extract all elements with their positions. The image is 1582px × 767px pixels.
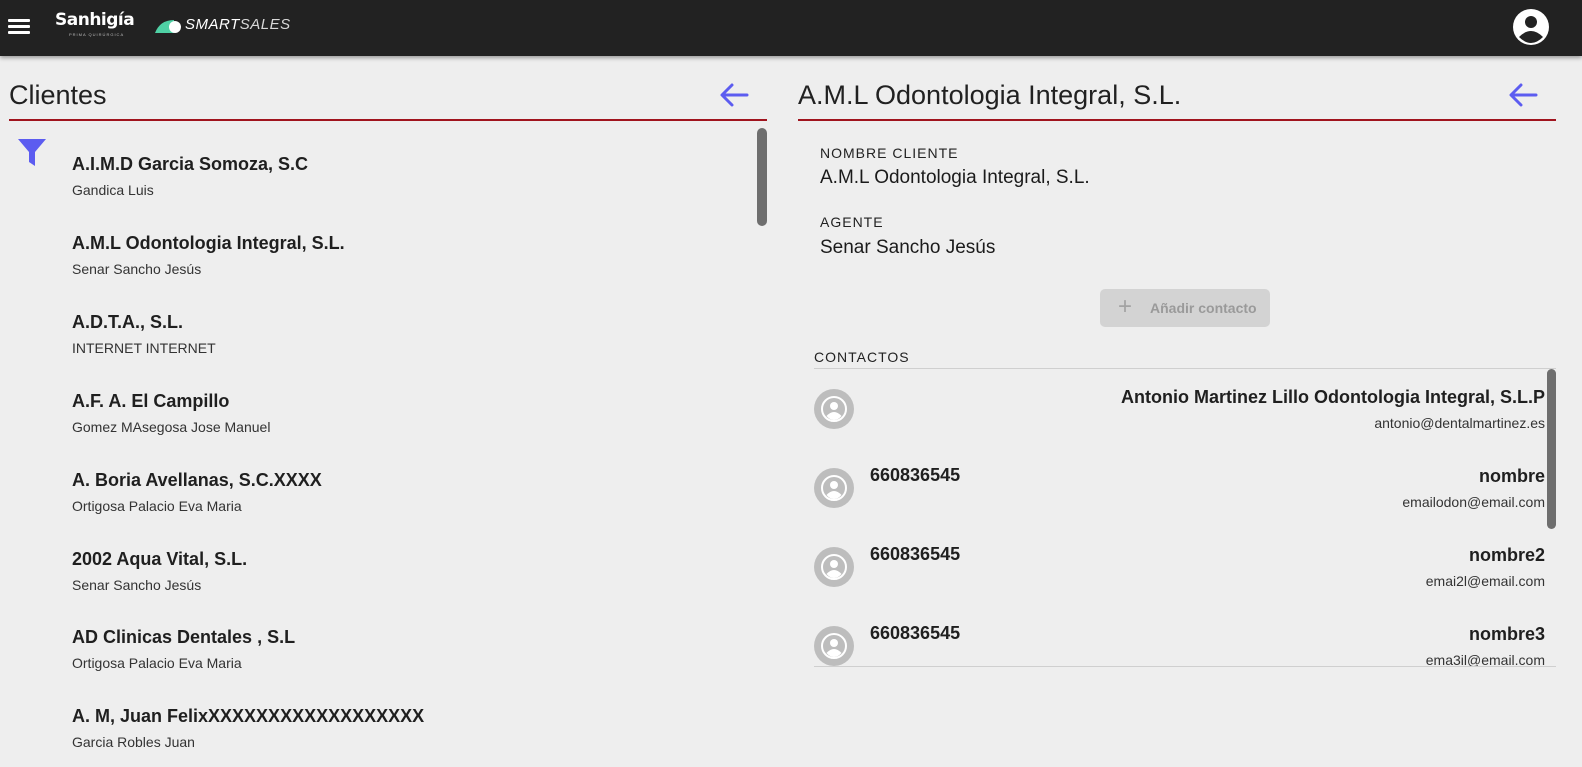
product-name-main: SMART [185,16,240,33]
client-name: AD Clinicas Dentales , S.L [72,627,296,647]
contact-email: ema3il@email.com [1425,652,1545,667]
contact-name: nombre [1478,466,1545,486]
contact-name: nombre3 [1468,624,1545,644]
back-arrow-icon[interactable] [1506,78,1540,112]
client-agent: Garcia Robles Juan [72,734,195,750]
client-agent: Senar Sancho Jesús [72,261,202,277]
contact-avatar-icon [814,468,854,508]
product-logo-text: SMARTSALES [185,16,291,33]
top-app-bar: Sanhigía PRIMA QUIRÚRGICA SMARTSALES [0,0,1582,56]
list-item[interactable]: A.M.L Odontologia Integral, S.L. Senar S… [72,233,742,303]
contacts-list: Antonio Martinez Lillo Odontologia Integ… [814,368,1556,667]
client-agent: INTERNET INTERNET [72,340,216,356]
detail-title-divider [798,119,1556,121]
account-circle-icon[interactable] [1512,8,1550,46]
list-item[interactable]: A. Boria Avellanas, S.C.XXXX Ortigosa Pa… [72,470,742,540]
contact-row[interactable]: 660836545 nombre emailodon@email.com [814,448,1545,527]
brand-logo: Sanhigía [55,10,135,30]
contacts-scrollbar[interactable] [1547,369,1556,529]
add-contact-label: Añadir contacto [1150,300,1257,316]
back-arrow-icon[interactable] [717,78,751,112]
contact-email: antonio@dentalmartinez.es [1374,415,1545,431]
client-name: A.D.T.A., S.L. [72,312,184,332]
client-agent: Ortigosa Palacio Eva Maria [72,655,242,671]
contact-row[interactable]: 660836545 nombre3 ema3il@email.com [814,606,1545,667]
client-name: A.I.M.D Garcia Somoza, S.C [72,154,309,174]
contact-avatar-icon [814,389,854,429]
contacts-label: CONTACTOS [814,349,910,365]
contact-email: emailodon@email.com [1402,494,1545,510]
client-list-scrollbar[interactable] [757,128,767,226]
add-contact-button[interactable]: + Añadir contacto [1100,289,1270,327]
list-item[interactable]: A. M, Juan FelixXXXXXXXXXXXXXXXXXX Garci… [72,706,742,767]
client-name-label: NOMBRE CLIENTE [820,145,959,161]
clients-title: Clientes [9,80,107,110]
contact-phone: 660836545 [870,465,961,485]
client-name: A.F. A. El Campillo [72,391,230,411]
plus-icon: + [1118,293,1133,320]
contact-name: nombre2 [1468,545,1545,565]
contact-avatar-icon [814,547,854,587]
list-item[interactable]: 2002 Aqua Vital, S.L. Senar Sancho Jesús [72,549,742,619]
client-agent: Gomez MAsegosa Jose Manuel [72,419,271,435]
product-name-sub: SALES [239,16,291,33]
contact-email: emai2l@email.com [1425,573,1545,589]
contact-phone: 660836545 [870,623,961,643]
client-name: A.M.L Odontologia Integral, S.L. [72,233,345,253]
client-agent: Gandica Luis [72,182,154,198]
smartsales-logo-icon [155,20,181,33]
menu-icon[interactable] [6,14,32,40]
list-item[interactable]: AD Clinicas Dentales , S.L Ortigosa Pala… [72,627,742,697]
client-name: 2002 Aqua Vital, S.L. [72,549,248,569]
clients-title-divider [9,119,767,121]
contact-phone: 660836545 [870,544,961,564]
contact-avatar-icon [814,626,854,666]
client-agent: Senar Sancho Jesús [72,577,202,593]
client-list: A.I.M.D Garcia Somoza, S.C Gandica Luis … [0,122,770,767]
list-item[interactable]: A.D.T.A., S.L. INTERNET INTERNET [72,312,742,382]
client-name: A. Boria Avellanas, S.C.XXXX [72,470,322,490]
agent-value: Senar Sancho Jesús [820,237,996,258]
brand-tagline: PRIMA QUIRÚRGICA [69,32,125,37]
list-item[interactable]: A.I.M.D Garcia Somoza, S.C Gandica Luis [72,154,742,224]
contact-row[interactable]: Antonio Martinez Lillo Odontologia Integ… [814,369,1545,448]
client-name-value: A.M.L Odontologia Integral, S.L. [820,167,1090,188]
contact-row[interactable]: 660836545 nombre2 emai2l@email.com [814,527,1545,606]
detail-title: A.M.L Odontologia Integral, S.L. [798,80,1182,110]
contact-name: Antonio Martinez Lillo Odontologia Integ… [1121,387,1545,407]
agent-label: AGENTE [820,214,884,230]
client-name: A. M, Juan FelixXXXXXXXXXXXXXXXXXX [72,706,425,726]
list-item[interactable]: A.F. A. El Campillo Gomez MAsegosa Jose … [72,391,742,461]
client-agent: Ortigosa Palacio Eva Maria [72,498,242,514]
